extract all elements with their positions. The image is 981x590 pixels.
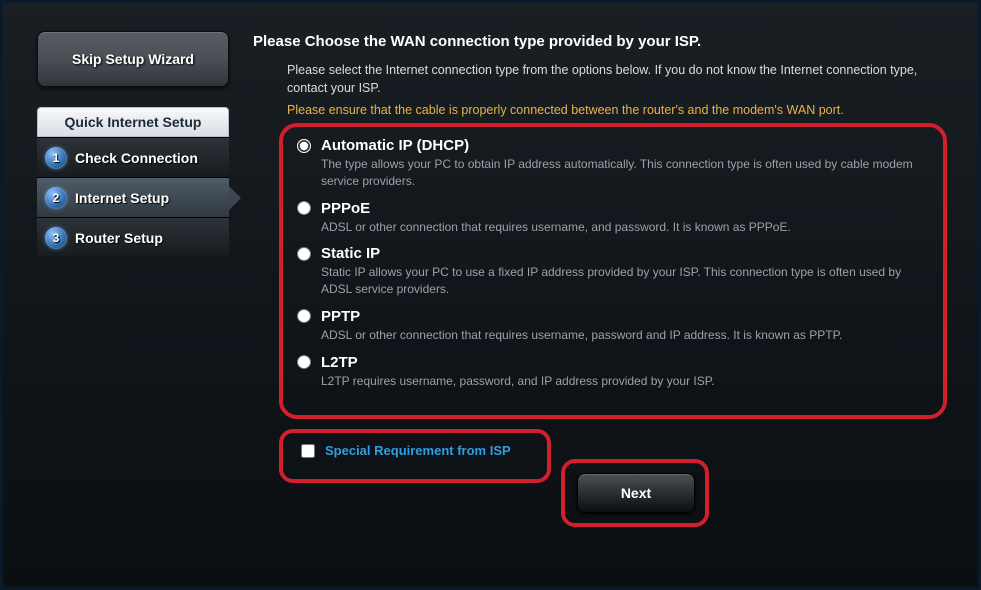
- option-row[interactable]: Static IP: [297, 245, 933, 262]
- step-label: Check Connection: [75, 150, 198, 166]
- option-l2tp: L2TP L2TP requires username, password, a…: [297, 354, 933, 390]
- option-desc: L2TP requires username, password, and IP…: [321, 373, 933, 390]
- option-desc: ADSL or other connection that requires u…: [321, 219, 933, 236]
- skip-setup-wizard-button[interactable]: Skip Setup Wizard: [37, 31, 229, 87]
- skip-label: Skip Setup Wizard: [72, 51, 194, 67]
- option-title: PPTP: [321, 308, 360, 325]
- page-heading: Please Choose the WAN connection type pr…: [253, 33, 960, 50]
- option-title: L2TP: [321, 354, 358, 371]
- special-requirement-row[interactable]: Special Requirement from ISP: [301, 443, 511, 458]
- radio-pptp[interactable]: [297, 309, 311, 323]
- step-check-connection[interactable]: 1 Check Connection: [37, 137, 229, 177]
- page-description: Please select the Internet connection ty…: [287, 62, 927, 97]
- option-desc: Static IP allows your PC to use a fixed …: [321, 264, 933, 298]
- sidebar: Skip Setup Wizard Quick Internet Setup 1…: [37, 31, 229, 257]
- option-desc: ADSL or other connection that requires u…: [321, 327, 933, 344]
- option-row[interactable]: PPTP: [297, 308, 933, 325]
- page-warning: Please ensure that the cable is properly…: [287, 103, 927, 117]
- next-label: Next: [621, 485, 651, 501]
- special-requirement-checkbox[interactable]: [301, 444, 315, 458]
- special-requirement-label: Special Requirement from ISP: [325, 443, 511, 458]
- option-desc: The type allows your PC to obtain IP add…: [321, 156, 933, 190]
- radio-dhcp[interactable]: [297, 139, 311, 153]
- option-pptp: PPTP ADSL or other connection that requi…: [297, 308, 933, 344]
- option-static-ip: Static IP Static IP allows your PC to us…: [297, 245, 933, 298]
- radio-pppoe[interactable]: [297, 201, 311, 215]
- step-router-setup[interactable]: 3 Router Setup: [37, 217, 229, 257]
- wan-options: Automatic IP (DHCP) The type allows your…: [297, 137, 933, 400]
- option-dhcp: Automatic IP (DHCP) The type allows your…: [297, 137, 933, 190]
- option-row[interactable]: PPPoE: [297, 200, 933, 217]
- router-wizard-frame: Skip Setup Wizard Quick Internet Setup 1…: [0, 0, 981, 590]
- option-row[interactable]: L2TP: [297, 354, 933, 371]
- option-row[interactable]: Automatic IP (DHCP): [297, 137, 933, 154]
- step-number-icon: 2: [45, 187, 67, 209]
- step-number-icon: 3: [45, 227, 67, 249]
- option-title: Static IP: [321, 245, 380, 262]
- option-title: Automatic IP (DHCP): [321, 137, 469, 154]
- wizard-title: Quick Internet Setup: [37, 107, 229, 137]
- step-label: Internet Setup: [75, 190, 169, 206]
- main-content: Please Choose the WAN connection type pr…: [253, 33, 960, 569]
- option-pppoe: PPPoE ADSL or other connection that requ…: [297, 200, 933, 236]
- step-label: Router Setup: [75, 230, 163, 246]
- radio-static-ip[interactable]: [297, 247, 311, 261]
- step-internet-setup[interactable]: 2 Internet Setup: [37, 177, 229, 217]
- option-title: PPPoE: [321, 200, 370, 217]
- radio-l2tp[interactable]: [297, 355, 311, 369]
- step-number-icon: 1: [45, 147, 67, 169]
- next-button[interactable]: Next: [577, 473, 695, 513]
